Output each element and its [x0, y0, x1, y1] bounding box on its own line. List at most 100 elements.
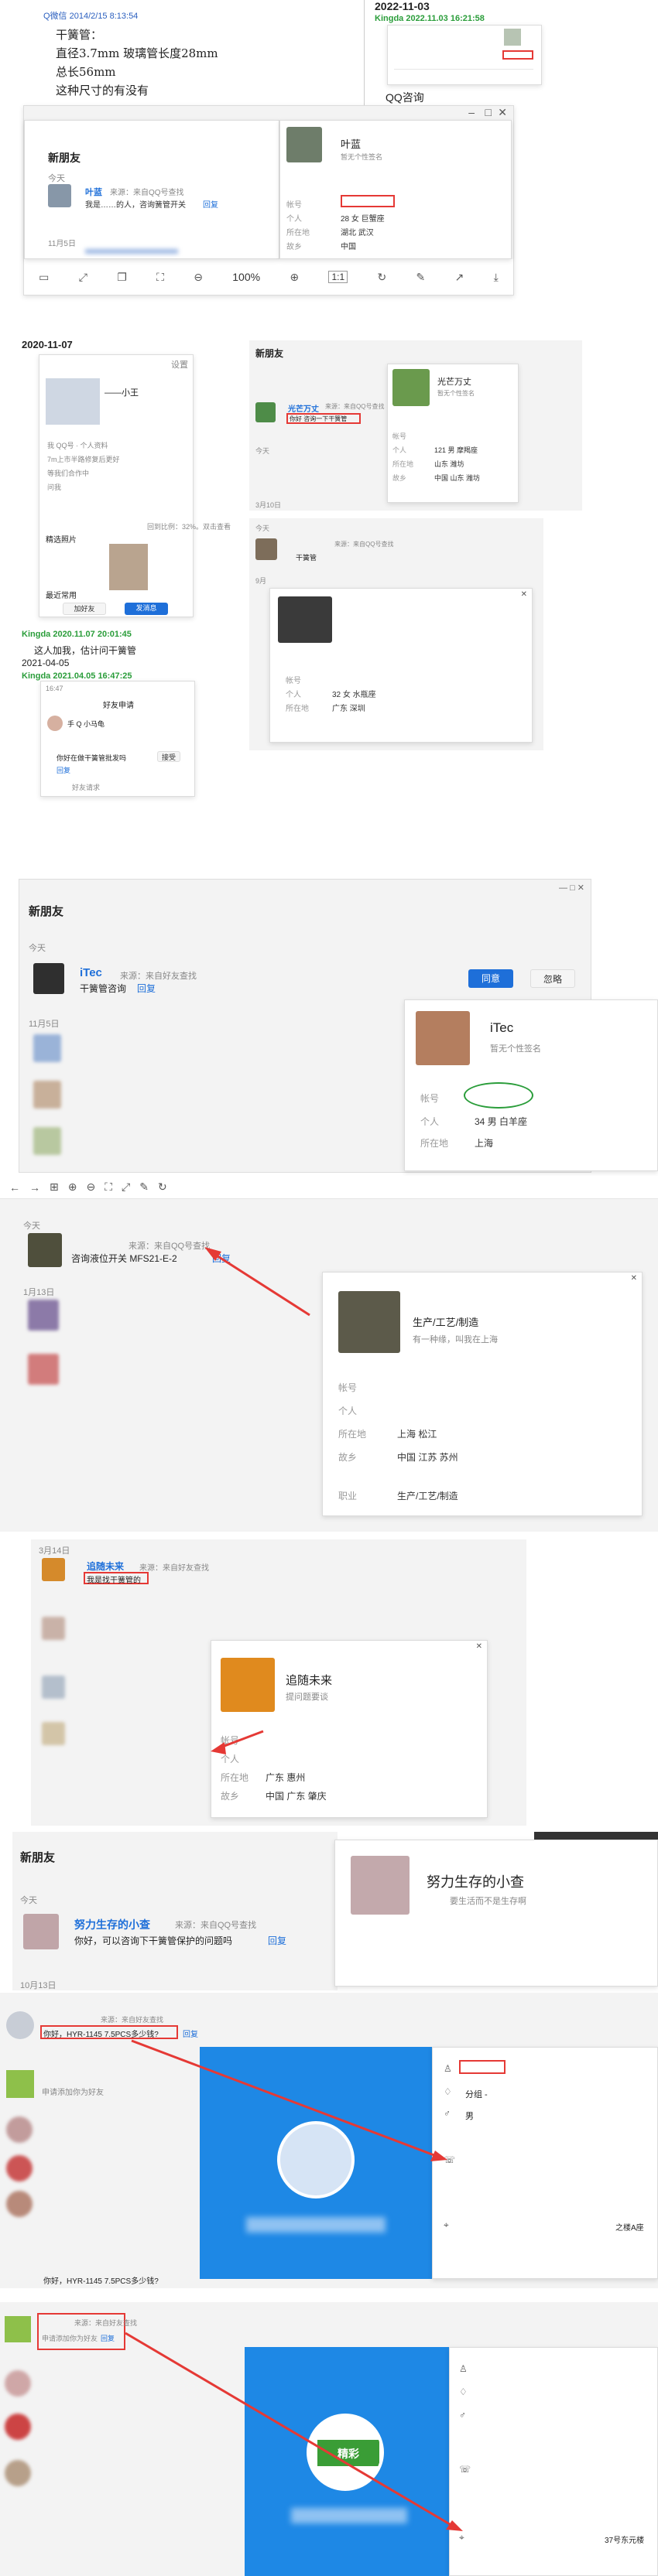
nf5-card-label-0: 帐号: [221, 1735, 240, 1746]
zoom-note: 回到比例：32%。双击查看: [147, 523, 231, 531]
nf7-blur-avatar-3: [6, 2191, 33, 2217]
tile-icon[interactable]: ▭: [39, 271, 49, 284]
nf7-avatar-gray: [6, 2011, 34, 2039]
nf7-blur-avatar-1: [6, 2116, 33, 2143]
nf4-card-value-3: 中国 江苏 苏州: [397, 1452, 458, 1463]
nf7-msg-bottom: 你好，HYR-1145 7.5PCS多少钱?: [43, 2277, 159, 2286]
grid-icon[interactable]: ⊞: [50, 1180, 59, 1194]
nf3-avatar[interactable]: [255, 538, 277, 560]
nf4-card-close-icon[interactable]: ✕: [631, 1274, 637, 1283]
nf6-name[interactable]: 努力生存的小查: [74, 1917, 150, 1932]
rotate-icon[interactable]: ↻: [377, 271, 386, 284]
fit-icon[interactable]: ⛶: [156, 271, 164, 284]
right-date: 2022-11-03: [375, 0, 430, 12]
inner-new-friend-panel: 新朋友 今天 叶蓝 来源：来自QQ号查找 我是……的人，咨询簧管开关 回复 11…: [24, 120, 279, 259]
phone-item-0[interactable]: 我 QQ号 · 个人资料: [47, 440, 108, 450]
edit-icon[interactable]: ✎: [416, 271, 425, 284]
phone2-reply[interactable]: 回复: [57, 765, 70, 775]
nf6-reply[interactable]: 回复: [268, 1934, 286, 1947]
nf7-green-avatar: [6, 2070, 34, 2098]
share-icon[interactable]: ↗: [455, 271, 464, 284]
zoom-in-icon[interactable]: ⊕: [68, 1180, 77, 1194]
nf5-name[interactable]: 追随未来: [87, 1560, 124, 1573]
crop-icon[interactable]: ⤢: [122, 1180, 130, 1194]
ratio-button[interactable]: 1:1: [328, 271, 348, 283]
forward-icon[interactable]: →: [29, 1181, 40, 1194]
reply-link[interactable]: 回复: [203, 198, 218, 210]
download-icon[interactable]: ⤓: [494, 271, 499, 284]
itec-card-name: iTec: [490, 1020, 514, 1035]
friend-name[interactable]: 叶蓝: [85, 186, 102, 198]
itec-avatar[interactable]: [33, 963, 64, 994]
nf5-card-close-icon[interactable]: ✕: [476, 1642, 482, 1651]
card-name: 叶蓝: [341, 138, 362, 150]
rotate-icon[interactable]: ↻: [158, 1180, 167, 1194]
phone-item-3[interactable]: 问我: [47, 482, 61, 492]
viewer-titlebar: – □ ✕: [24, 106, 513, 120]
nf3-card-close-icon[interactable]: ✕: [521, 590, 527, 599]
itec-card-label-2: 所在地: [420, 1138, 449, 1149]
blurred-avatar-3: [33, 1127, 61, 1155]
zoom-out-icon[interactable]: ⊖: [86, 1180, 95, 1194]
nf4-today: 今天: [23, 1221, 40, 1231]
copy-icon[interactable]: ❐: [117, 271, 127, 284]
nf5-avatar[interactable]: [42, 1558, 65, 1581]
card-value-2: 湖北 武汉: [341, 229, 374, 237]
add-friend-button[interactable]: 加好友: [63, 603, 106, 615]
nf8-green-avatar: [5, 2316, 31, 2342]
itec-card-value-2: 上海: [475, 1138, 494, 1149]
nf3-card: ✕ 帐号 个人 32 女 水瓶座 所在地 广东 深圳: [269, 588, 533, 743]
nf5-blur-avatar-2: [42, 1676, 65, 1699]
nf3-today: 今天: [255, 524, 270, 532]
nf4-reply[interactable]: 回复: [212, 1252, 231, 1265]
phone-item-1[interactable]: 7m上市半路修复后更好: [47, 454, 120, 464]
back-icon[interactable]: ←: [9, 1181, 20, 1194]
section-2: 2020-11-07 设置 ——小王 我 QQ号 · 个人资料 7m上市半路修复…: [0, 333, 658, 874]
nf6-title: 新朋友: [20, 1851, 56, 1864]
friend-avatar[interactable]: [48, 184, 71, 207]
card-label-0: 帐号: [286, 201, 302, 210]
nf7-reply[interactable]: 回复: [183, 2028, 198, 2039]
nf5-card: ✕ 追随未来 提问题要谈 帐号 个人 所在地 广东 惠州 故乡 中国 广东 肇庆: [211, 1640, 488, 1818]
nf4-blur-avatar-2: [28, 1354, 59, 1385]
maximize-icon[interactable]: □: [485, 106, 492, 118]
nf2-friend-name[interactable]: 光芒万丈: [288, 402, 319, 414]
nf3-card-label-2: 所在地: [286, 705, 309, 713]
minimize-icon[interactable]: –: [468, 106, 475, 118]
nf4-avatar[interactable]: [28, 1233, 62, 1267]
nf6-avatar[interactable]: [23, 1914, 59, 1949]
right-timestamp: Kingda 2022.11.03 16:21:58: [375, 14, 485, 23]
nf4-card-label-0: 帐号: [338, 1382, 358, 1393]
card-avatar: [286, 127, 322, 162]
phone2-time: 16:47: [46, 685, 63, 692]
phone-icon: ☏: [444, 2154, 456, 2165]
itec-name[interactable]: iTec: [80, 966, 102, 979]
nf7-info-icon-1: ♙: [444, 2063, 452, 2074]
send-msg-button[interactable]: 发消息: [125, 603, 168, 615]
nf4-card-job: 生产/工艺/制造: [413, 1317, 479, 1328]
zoom-in-icon[interactable]: ⊕: [290, 271, 299, 284]
nf2-avatar[interactable]: [255, 402, 276, 422]
phone-user: ——小王: [105, 388, 139, 398]
note-timestamp: Q微信 2014/2/15 8:13:54: [43, 12, 139, 21]
phone2-accept[interactable]: 接受: [157, 751, 180, 762]
fit-icon[interactable]: ⛶: [105, 1180, 112, 1194]
nf3-msg: 干簧管: [296, 554, 317, 562]
close-icon[interactable]: ✕: [498, 106, 507, 119]
nf2-today: 今天: [255, 447, 270, 455]
nf5-card-value-2: 广东 惠州: [266, 1772, 306, 1783]
ignore-button[interactable]: 忽略: [530, 969, 575, 988]
itec-card-value-1: 34 男 白羊座: [475, 1116, 528, 1127]
zoom-out-icon[interactable]: ⊖: [194, 271, 203, 284]
nf2-card-label-2: 所在地: [392, 460, 414, 468]
nf8-reply[interactable]: 回复: [101, 2333, 115, 2343]
featured-label: 精选照片: [46, 536, 77, 545]
agree-button[interactable]: 同意: [468, 969, 513, 988]
nf7-msg: 你好，HYR-1145 7.5PCS多少钱?: [43, 2031, 159, 2039]
phone-item-2[interactable]: 等我们合作中: [47, 468, 89, 478]
crop-icon[interactable]: ⤢: [79, 271, 87, 284]
itec-reply[interactable]: 回复: [137, 982, 156, 995]
nf4-card-avatar: [338, 1291, 400, 1353]
edit-icon[interactable]: ✎: [139, 1180, 149, 1194]
nf2-card: 光芒万丈 暂无个性签名 帐号 个人 121 男 摩羯座 所在地 山东 潍坊 故乡…: [387, 364, 519, 503]
